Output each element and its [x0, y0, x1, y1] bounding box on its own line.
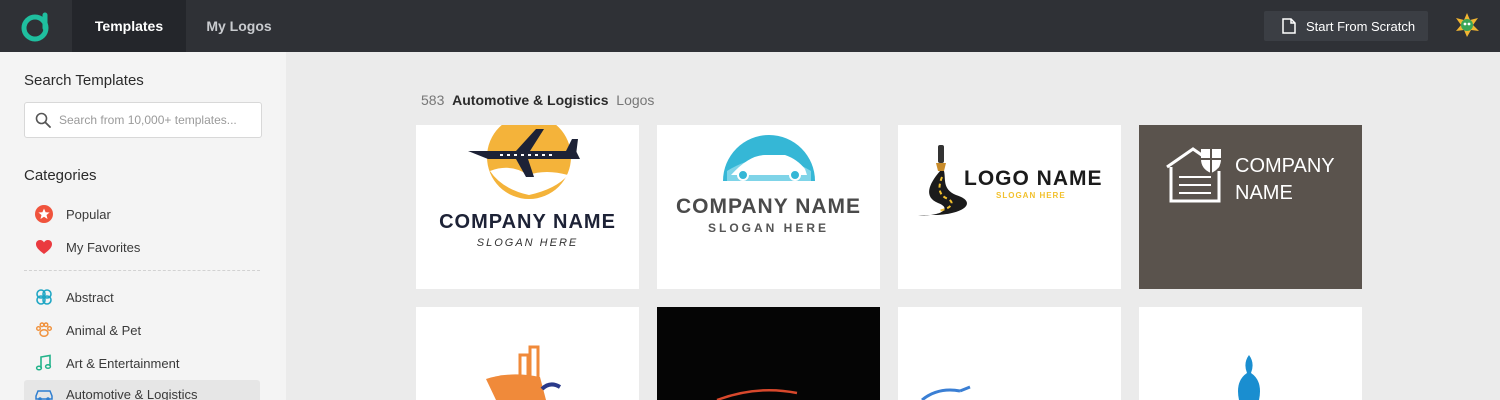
- star-icon: [34, 204, 54, 224]
- sidebar: Search Templates Categories Popular My F…: [0, 52, 286, 400]
- search-templates-heading: Search Templates: [24, 72, 144, 89]
- template-card-garage[interactable]: COMPANY NAME: [1139, 125, 1362, 289]
- category-animal-pet[interactable]: Animal & Pet: [24, 316, 260, 344]
- search-icon: [35, 112, 51, 128]
- heart-icon: [34, 237, 54, 257]
- ship-logo-art: [486, 345, 562, 400]
- sports-car-logo-art: [716, 389, 798, 400]
- road-brush-logo-art: [918, 145, 968, 216]
- search-input[interactable]: [59, 103, 255, 137]
- paw-icon: [34, 320, 54, 340]
- template-card-ship[interactable]: [416, 307, 639, 400]
- template-logo-name: LOGO NAME: [964, 167, 1103, 190]
- category-automotive-logistics[interactable]: Automotive & Logistics: [24, 380, 260, 400]
- abstract-icon: [34, 287, 54, 307]
- garage-logo-art: [1166, 147, 1221, 203]
- template-company-name: COMPANY NAME: [675, 195, 862, 218]
- airplane-logo-art: [468, 125, 580, 199]
- start-from-scratch-label: Start From Scratch: [1306, 18, 1416, 34]
- category-abstract[interactable]: Abstract: [24, 283, 260, 311]
- water-figure-logo-art: [1238, 355, 1260, 400]
- results-suffix: Logos: [616, 92, 655, 108]
- category-label: My Favorites: [66, 239, 141, 255]
- template-card-dark[interactable]: [657, 307, 880, 400]
- template-slogan: SLOGAN HERE: [707, 221, 829, 235]
- brand-logo-icon: [21, 12, 49, 42]
- template-company-name-line1: COMPANY: [1235, 155, 1335, 177]
- music-note-icon: [34, 353, 54, 373]
- categories-heading: Categories: [24, 167, 97, 184]
- swoosh-logo-art: [921, 385, 971, 400]
- category-label: Popular: [66, 206, 111, 222]
- template-card-road[interactable]: LOGO NAME SLOGAN HERE: [898, 125, 1121, 289]
- category-label: Art & Entertainment: [66, 355, 180, 371]
- tab-my-logos[interactable]: My Logos: [186, 0, 292, 52]
- search-box[interactable]: [24, 102, 262, 138]
- results-count: 583: [421, 92, 445, 108]
- user-avatar[interactable]: [1454, 12, 1480, 38]
- results-summary: 583 Automotive & Logistics Logos: [421, 92, 654, 108]
- tab-templates[interactable]: Templates: [72, 0, 186, 52]
- template-card-airplane[interactable]: COMPANY NAME SLOGAN HERE: [416, 125, 639, 289]
- car-icon: [34, 384, 54, 400]
- template-company-name-line2: NAME: [1235, 182, 1293, 204]
- results-category: Automotive & Logistics: [452, 92, 609, 108]
- document-icon: [1282, 18, 1296, 34]
- category-label: Automotive & Logistics: [66, 386, 198, 400]
- template-card-car[interactable]: COMPANY NAME SLOGAN HERE: [657, 125, 880, 289]
- category-label: Abstract: [66, 289, 114, 305]
- template-card-water[interactable]: [1139, 307, 1362, 400]
- category-my-favorites[interactable]: My Favorites: [24, 233, 260, 261]
- category-label: Animal & Pet: [66, 322, 142, 338]
- category-popular[interactable]: Popular: [24, 200, 260, 228]
- template-company-name: COMPANY NAME: [439, 211, 616, 233]
- category-art-entertainment[interactable]: Art & Entertainment: [24, 349, 260, 377]
- category-divider: [24, 270, 260, 271]
- top-navigation-bar: Templates My Logos Start From Scratch: [0, 0, 1500, 52]
- template-card-swoosh[interactable]: [898, 307, 1121, 400]
- start-from-scratch-button[interactable]: Start From Scratch: [1264, 11, 1428, 41]
- app-logo[interactable]: [0, 0, 72, 52]
- template-slogan: SLOGAN HERE: [996, 191, 1066, 200]
- template-slogan: SLOGAN HERE: [476, 237, 579, 249]
